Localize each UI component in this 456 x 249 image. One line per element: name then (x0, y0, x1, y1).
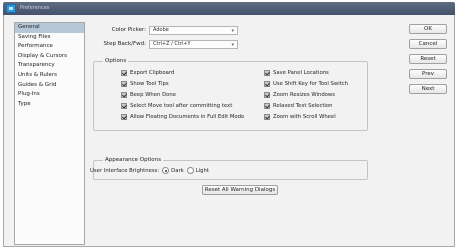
checkbox-checked-icon (264, 114, 270, 120)
checkbox-checked-icon (121, 92, 127, 98)
zoom-resizes-windows-checkbox[interactable]: Zoom Resizes Windows (264, 92, 335, 98)
reset-all-warning-dialogs-button[interactable]: Reset All Warning Dialogs (202, 185, 278, 195)
select-move-tool-checkbox[interactable]: Select Move tool after committing text (121, 103, 232, 109)
step-back-dropdown[interactable]: Ctrl+Z / Ctrl+Y ▾ (149, 40, 238, 49)
preferences-sidebar: General Saving Files Performance Display… (14, 22, 85, 245)
export-clipboard-checkbox[interactable]: Export Clipboard (121, 70, 174, 76)
sidebar-item-type[interactable]: Type (15, 100, 84, 110)
light-radio-label: Light (195, 167, 209, 174)
sidebar-item-display-cursors[interactable]: Display & Cursors (15, 52, 84, 62)
sidebar-item-plug-ins[interactable]: Plug-Ins (15, 90, 84, 100)
options-group-title: Options (103, 58, 129, 64)
relaxed-text-selection-checkbox[interactable]: Relaxed Text Selection (264, 103, 333, 109)
checkbox-label: Allow Floating Documents in Full Edit Mo… (130, 114, 245, 120)
next-button[interactable]: Next (409, 84, 447, 94)
appearance-group-title: Appearance Options (103, 157, 163, 163)
light-radio[interactable] (186, 167, 194, 174)
step-back-value: Ctrl+Z / Ctrl+Y (153, 41, 191, 47)
checkbox-label: Beep When Done (130, 92, 177, 98)
brightness-row: User Interface Brightness: Dark Light (90, 167, 209, 174)
chevron-down-icon: ▾ (231, 42, 234, 48)
appearance-group: Appearance Options User Interface Bright… (90, 157, 368, 180)
sidebar-item-transparency[interactable]: Transparency (15, 61, 84, 71)
checkbox-checked-icon (264, 103, 270, 109)
allow-floating-documents-checkbox[interactable]: Allow Floating Documents in Full Edit Mo… (121, 114, 244, 120)
dark-radio[interactable] (162, 167, 170, 174)
color-picker-dropdown[interactable]: Adobe ▾ (149, 26, 238, 35)
brightness-label: User Interface Brightness: (90, 167, 160, 174)
color-picker-value: Adobe (153, 27, 169, 33)
ok-button[interactable]: OK (409, 24, 447, 34)
checkbox-label: Zoom Resizes Windows (273, 92, 336, 98)
dark-radio-label: Dark (171, 167, 184, 174)
checkbox-checked-icon (264, 70, 270, 76)
checkbox-label: Zoom with Scroll Wheel (273, 114, 336, 120)
checkbox-label: Show Tool Tips (130, 81, 169, 87)
step-back-row: Step Back/Fwd: (89, 41, 146, 49)
chevron-down-icon: ▾ (231, 28, 234, 34)
photoshop-app-icon (6, 4, 16, 13)
checkbox-label: Relaxed Text Selection (273, 103, 333, 109)
reset-button[interactable]: Reset (409, 54, 447, 64)
save-panel-locations-checkbox[interactable]: Save Panel Locations (264, 70, 329, 76)
window-title: Preferences (20, 5, 50, 11)
general-panel: Color Picker: Adobe ▾ Step Back/Fwd: Ctr… (89, 22, 389, 242)
sidebar-item-guides-grid[interactable]: Guides & Grid (15, 81, 84, 91)
sidebar-item-general[interactable]: General (15, 23, 84, 33)
sidebar-item-saving-files[interactable]: Saving Files (15, 33, 84, 43)
checkbox-checked-icon (121, 70, 127, 76)
color-picker-label: Color Picker: (111, 27, 146, 33)
prev-button[interactable]: Prev (409, 69, 447, 79)
checkbox-checked-icon (121, 114, 127, 120)
sidebar-item-units-rulers[interactable]: Units & Rulers (15, 71, 84, 81)
cancel-button[interactable]: Cancel (409, 39, 447, 49)
checkbox-label: Select Move tool after committing text (130, 103, 233, 109)
checkbox-checked-icon (121, 81, 127, 87)
color-picker-row: Color Picker: (89, 27, 146, 35)
checkbox-label: Save Panel Locations (273, 70, 329, 76)
checkbox-checked-icon (264, 81, 270, 87)
show-tool-tips-checkbox[interactable]: Show Tool Tips (121, 81, 169, 87)
use-shift-key-checkbox[interactable]: Use Shift Key for Tool Switch (264, 81, 348, 87)
checkbox-checked-icon (264, 92, 270, 98)
title-bar: Preferences (3, 2, 455, 15)
zoom-with-scroll-wheel-checkbox[interactable]: Zoom with Scroll Wheel (264, 114, 336, 120)
beep-when-done-checkbox[interactable]: Beep When Done (121, 92, 176, 98)
sidebar-item-performance[interactable]: Performance (15, 42, 84, 52)
checkbox-label: Export Clipboard (130, 70, 175, 76)
step-back-label: Step Back/Fwd: (103, 41, 146, 47)
options-group: Options Export Clipboard Show Tool Tips … (93, 58, 368, 131)
checkbox-checked-icon (121, 103, 127, 109)
checkbox-label: Use Shift Key for Tool Switch (273, 81, 349, 87)
